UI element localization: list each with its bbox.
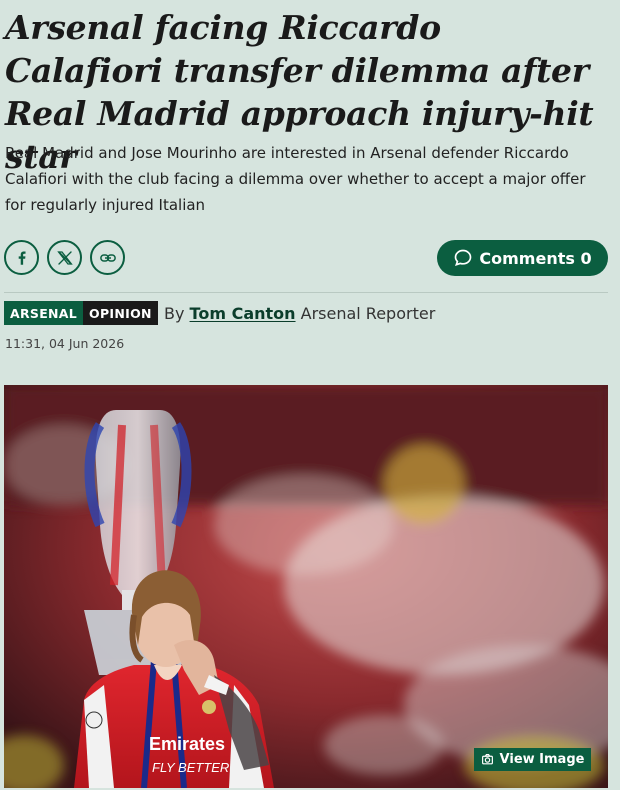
comments-button[interactable]: Comments 0 <box>437 240 608 276</box>
article-page: Arsenal facing Riccardo Calafiori transf… <box>0 0 620 790</box>
tag-opinion: OPINION <box>83 301 158 325</box>
comments-label: Comments 0 <box>479 248 592 268</box>
byline-prefix: By <box>164 304 185 323</box>
shirt-slogan-text: FLY BETTER <box>152 760 229 775</box>
camera-icon <box>481 754 493 765</box>
view-image-label: View Image <box>499 752 585 767</box>
copy-link-button[interactable] <box>90 240 125 275</box>
view-image-button[interactable]: View Image <box>474 748 591 771</box>
publish-timestamp: 11:31, 04 Jun 2026 <box>5 336 125 351</box>
link-icon <box>99 253 116 262</box>
speech-bubble-icon <box>455 249 472 266</box>
share-facebook-button[interactable] <box>4 240 39 275</box>
hero-image[interactable]: Emirates FLY BETTER <box>4 385 608 788</box>
hero-photo: Emirates FLY BETTER <box>4 385 608 788</box>
byline: By Tom Canton Arsenal Reporter <box>164 304 435 323</box>
share-buttons <box>4 240 125 275</box>
tag-arsenal[interactable]: ARSENAL <box>4 301 84 325</box>
facebook-icon <box>18 250 26 265</box>
author-role: Arsenal Reporter <box>300 304 436 323</box>
author-link[interactable]: Tom Canton <box>190 304 296 323</box>
x-icon <box>56 250 73 265</box>
share-x-button[interactable] <box>47 240 82 275</box>
article-tags: ARSENAL OPINION <box>4 301 158 325</box>
article-standfirst: Real Madrid and Jose Mourinho are intere… <box>5 144 586 214</box>
divider <box>4 292 608 293</box>
shirt-sponsor-text: Emirates <box>149 734 225 754</box>
